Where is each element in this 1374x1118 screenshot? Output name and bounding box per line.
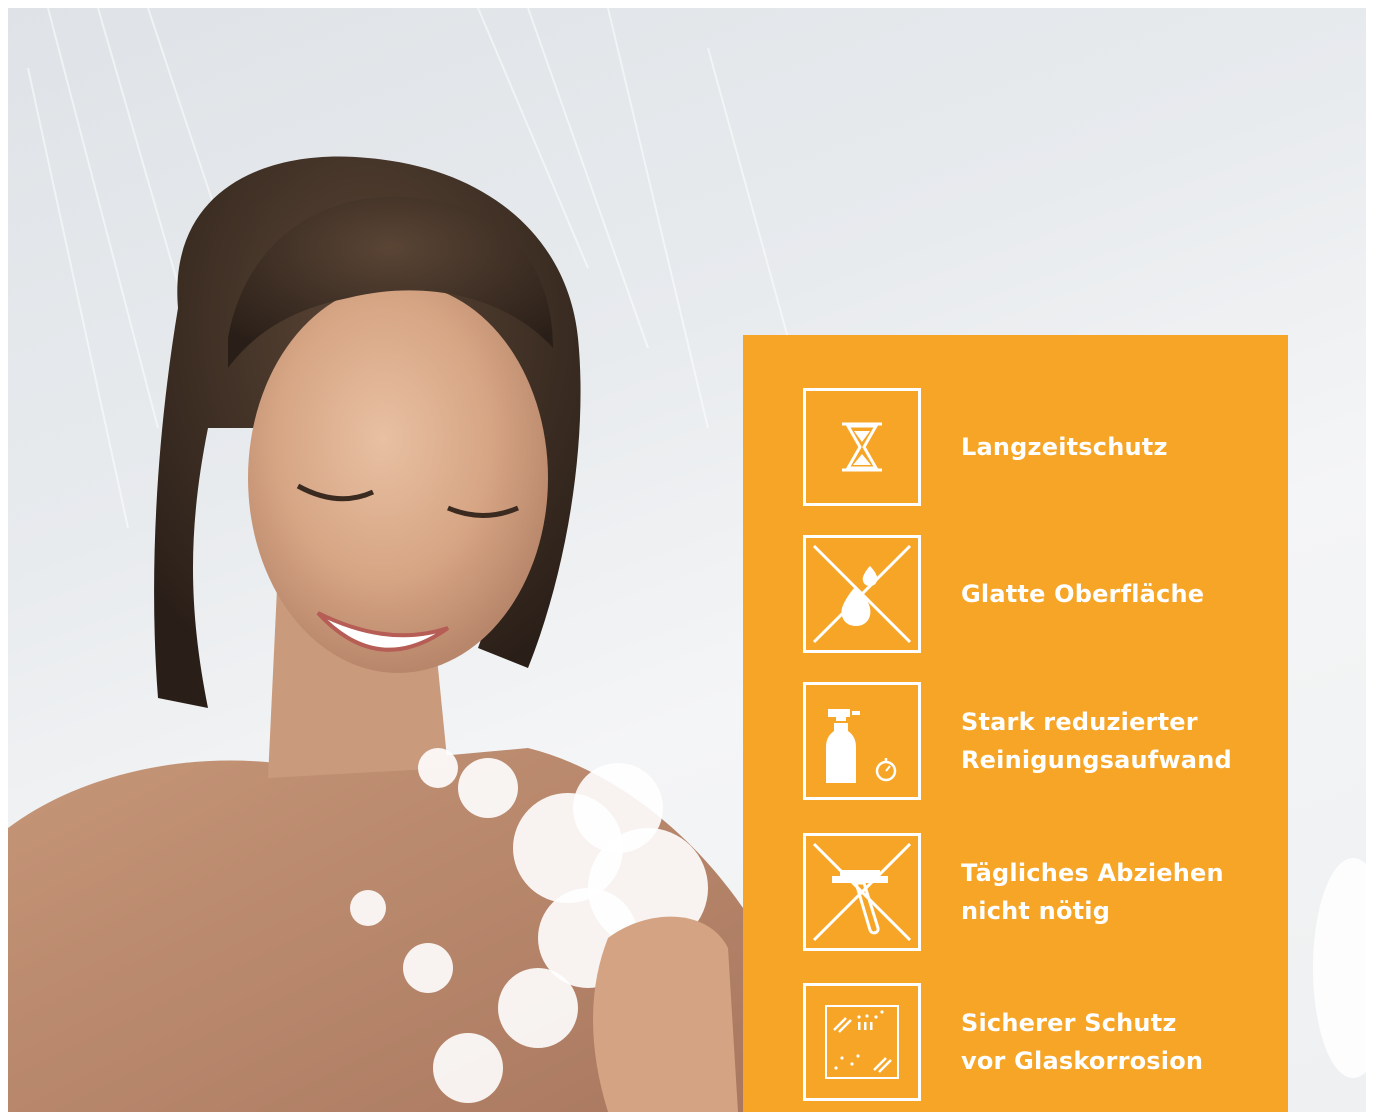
squeegee-icon-graphic — [812, 842, 912, 942]
feature-label-line: nicht nötig — [961, 897, 1111, 925]
feature-long-term-protection: Langzeitschutz — [803, 388, 1273, 512]
feature-reduced-cleaning: Stark reduzierter Reinigungsaufwand — [803, 682, 1273, 806]
feature-label: Stark reduzierter Reinigungsaufwand — [961, 682, 1281, 800]
feature-no-daily-squeegee: Tägliches Abziehen nicht nötig — [803, 833, 1273, 957]
spray-bottle-icon-graphic — [826, 709, 897, 783]
feature-label-line: Stark reduzierter — [961, 708, 1198, 736]
hand — [593, 916, 738, 1112]
crossed-out-squeegee-icon — [803, 833, 921, 951]
feature-label-line: Langzeitschutz — [961, 433, 1168, 461]
feature-label-line: vor Glaskorrosion — [961, 1047, 1204, 1075]
features-panel: Langzeitschutz Glatte Oberfläche Stark r… — [743, 335, 1288, 1112]
crossed-out-water-drops-icon — [803, 535, 921, 653]
hourglass-icon-graphic — [842, 422, 882, 472]
feature-glass-corrosion-protection: Sicherer Schutz vor Glaskorrosion — [803, 983, 1273, 1107]
feature-label: Sicherer Schutz vor Glaskorrosion — [961, 983, 1281, 1101]
feature-label: Tägliches Abziehen nicht nötig — [961, 833, 1281, 951]
feature-label-line: Sicherer Schutz — [961, 1009, 1177, 1037]
feature-label-line: Glatte Oberfläche — [961, 580, 1205, 608]
feature-label-line: Tägliches Abziehen — [961, 859, 1224, 887]
feature-label: Langzeitschutz — [961, 388, 1281, 506]
hourglass-icon — [803, 388, 921, 506]
right-edge-foam — [1313, 858, 1366, 1078]
glass-pane-icon-graphic — [825, 1005, 899, 1079]
feature-smooth-surface: Glatte Oberfläche — [803, 535, 1273, 659]
spray-bottle-timer-icon — [803, 682, 921, 800]
feature-label: Glatte Oberfläche — [961, 535, 1281, 653]
feature-label-line: Reinigungsaufwand — [961, 746, 1232, 774]
glass-pane-icon — [803, 983, 921, 1101]
face — [248, 283, 548, 673]
water-drops-icon-graphic — [812, 544, 912, 644]
